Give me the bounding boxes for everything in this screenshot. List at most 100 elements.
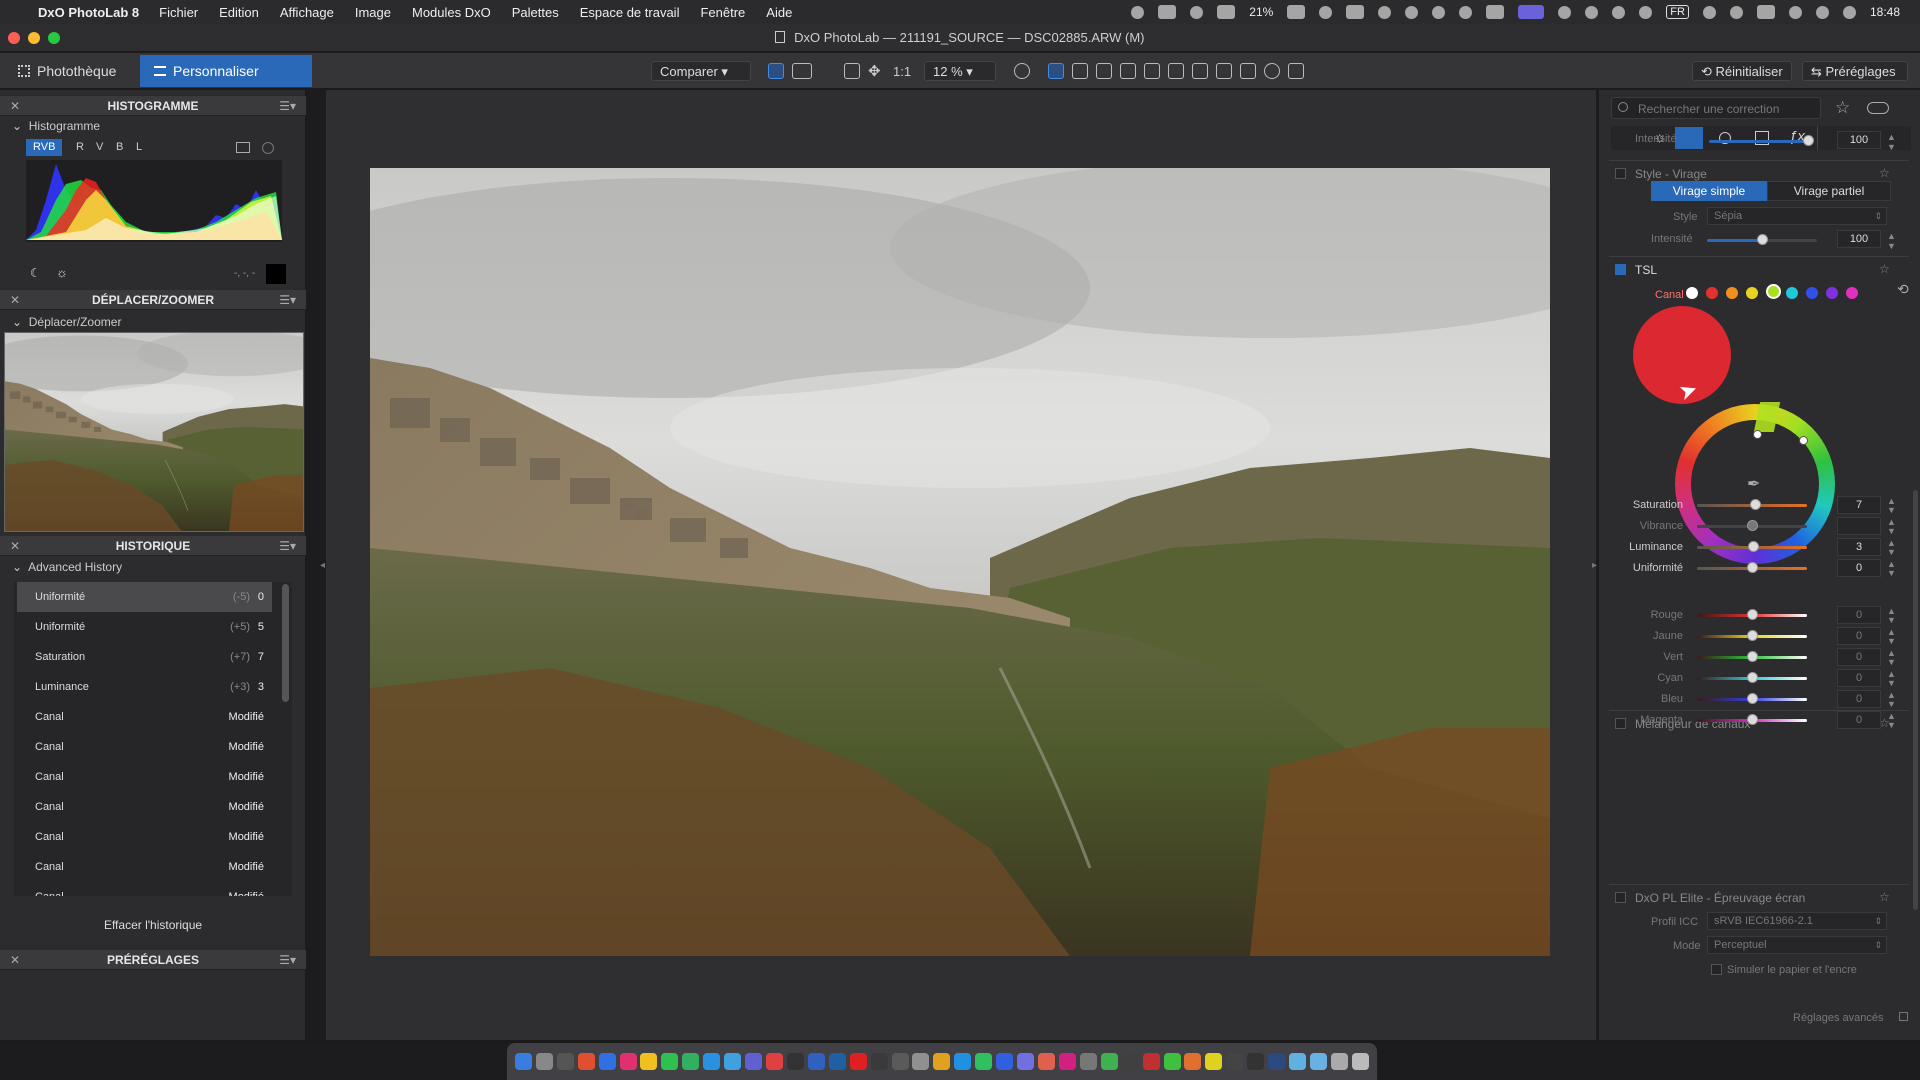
- clear-history-button[interactable]: Effacer l'historique: [96, 918, 210, 932]
- favorite-star-icon[interactable]: ☆: [1879, 166, 1890, 180]
- wifi-icon[interactable]: [1585, 5, 1599, 19]
- zoom-window-button[interactable]: [48, 32, 60, 44]
- menu-palettes[interactable]: Palettes: [512, 5, 559, 20]
- watermark-icon[interactable]: [1288, 63, 1304, 79]
- reset-channel-icon[interactable]: ⟲: [1897, 281, 1909, 298]
- mixer-slider-knob[interactable]: [1747, 714, 1758, 725]
- zoom-in-icon[interactable]: [1014, 63, 1030, 79]
- grid-overlay-icon[interactable]: [1216, 63, 1232, 79]
- dock-app-icon[interactable]: [1058, 1053, 1076, 1070]
- dock-app-icon[interactable]: [1163, 1053, 1181, 1070]
- main-photo[interactable]: [370, 168, 1550, 956]
- channel-b-button[interactable]: B: [112, 139, 127, 156]
- bluetooth-icon[interactable]: [1639, 5, 1653, 19]
- tsl-slider-knob[interactable]: [1748, 541, 1760, 552]
- chart-icon[interactable]: [1346, 5, 1365, 19]
- dock-app-icon[interactable]: [996, 1053, 1014, 1070]
- intensity-top-knob[interactable]: [1803, 135, 1814, 146]
- dock-app-icon[interactable]: [1309, 1053, 1327, 1070]
- close-icon[interactable]: ✕: [10, 290, 20, 310]
- stepper-icon[interactable]: ▲ ▼: [1887, 607, 1896, 625]
- channel-dot[interactable]: [1846, 287, 1858, 299]
- dock-app-icon[interactable]: [514, 1053, 532, 1070]
- icc-profile-dropdown[interactable]: sRVB IEC61966-2.1 ⇕: [1707, 912, 1887, 930]
- channel-dot[interactable]: [1766, 284, 1781, 299]
- preview-eye-icon[interactable]: [1264, 63, 1280, 79]
- softproof-title[interactable]: DxO PL Elite - Épreuvage écran: [1635, 891, 1805, 905]
- dock-app-icon[interactable]: [640, 1053, 658, 1070]
- history-scrollbar[interactable]: [282, 584, 289, 702]
- alert-icon[interactable]: [1190, 5, 1204, 19]
- stepper-icon[interactable]: ▲ ▼: [1887, 712, 1896, 730]
- crop-tool-icon[interactable]: [1072, 63, 1088, 79]
- tsl-slider-value[interactable]: 3: [1837, 538, 1881, 556]
- local-adjust-icon[interactable]: [1168, 63, 1184, 79]
- channel-l-button[interactable]: L: [132, 139, 146, 156]
- tab-customize[interactable]: Personnaliser: [140, 55, 312, 87]
- presets-button[interactable]: ⇆ Préréglages: [1802, 61, 1908, 81]
- dock-app-icon[interactable]: [619, 1053, 637, 1070]
- compare-button[interactable]: Comparer ▾: [651, 61, 751, 81]
- dock-app-icon[interactable]: [724, 1053, 742, 1070]
- advanced-settings-link[interactable]: Réglages avancés: [1793, 1012, 1884, 1024]
- zoom-select[interactable]: 12 % ▾: [924, 61, 996, 81]
- stepper-icon[interactable]: ▲ ▼: [1887, 691, 1896, 709]
- tab-library[interactable]: Photothèque: [4, 55, 138, 87]
- history-row[interactable]: CanalModifié: [17, 852, 272, 882]
- dock-app-icon[interactable]: [933, 1053, 951, 1070]
- dock-app-icon[interactable]: [954, 1053, 972, 1070]
- dock-app-icon[interactable]: [703, 1053, 721, 1070]
- print-icon[interactable]: [262, 142, 274, 154]
- channel-rgb-button[interactable]: RVB: [26, 139, 63, 156]
- style-dropdown[interactable]: Sépia ⇕: [1707, 207, 1887, 225]
- close-icon[interactable]: ✕: [10, 536, 20, 556]
- stepper-icon[interactable]: ▲ ▼: [1887, 649, 1896, 667]
- dock-app-icon[interactable]: [870, 1053, 888, 1070]
- memory-icon[interactable]: [1217, 5, 1236, 19]
- navigator-panel-header[interactable]: ✕ DÉPLACER/ZOOMER ☰▾: [0, 290, 306, 310]
- menu-aide[interactable]: Aide: [766, 5, 792, 20]
- virage-simple-button[interactable]: Virage simple: [1651, 181, 1767, 201]
- mixer-slider-knob[interactable]: [1747, 609, 1758, 620]
- input-source[interactable]: FR: [1666, 5, 1689, 19]
- dock-app-icon[interactable]: [891, 1053, 909, 1070]
- toggle-icon[interactable]: [1788, 5, 1802, 19]
- mixer-value[interactable]: 0: [1837, 606, 1881, 624]
- correction-search[interactable]: Rechercher une correction: [1611, 97, 1821, 119]
- tsl-slider-knob[interactable]: [1747, 562, 1758, 573]
- navigator-thumbnail[interactable]: [4, 332, 304, 532]
- dock-app-icon[interactable]: [1268, 1053, 1286, 1070]
- single-view-icon[interactable]: [768, 63, 784, 79]
- mixer-value[interactable]: 0: [1837, 711, 1881, 729]
- display-icon[interactable]: [1486, 5, 1505, 19]
- dock-app-icon[interactable]: [1289, 1053, 1307, 1070]
- collapse-left-handle[interactable]: ◂: [320, 560, 325, 571]
- simulate-paper-checkbox[interactable]: [1711, 964, 1722, 975]
- dock-app-icon[interactable]: [786, 1053, 804, 1070]
- history-row[interactable]: CanalModifié: [17, 822, 272, 852]
- channel-dot[interactable]: [1686, 287, 1698, 299]
- collapse-right-handle[interactable]: ▸: [1592, 560, 1597, 571]
- style-virage-checkbox[interactable]: [1615, 168, 1626, 179]
- dock-app-icon[interactable]: [975, 1053, 993, 1070]
- stepper-icon[interactable]: ▲ ▼: [1887, 231, 1896, 251]
- history-row[interactable]: CanalModifié: [17, 762, 272, 792]
- split-view-icon[interactable]: [792, 63, 812, 79]
- virage-intensity-knob[interactable]: [1757, 234, 1768, 245]
- stepper-icon[interactable]: ▲ ▼: [1887, 539, 1896, 557]
- histogram-panel-header[interactable]: ✕ HISTOGRAMME ☰▾: [0, 96, 306, 116]
- hand-tool-icon[interactable]: [1048, 63, 1064, 79]
- navigator-subheader[interactable]: ⌄ Déplacer/Zoomer: [12, 315, 121, 329]
- mixer-slider-knob[interactable]: [1747, 693, 1758, 704]
- eyedropper-icon[interactable]: ✒: [1747, 474, 1760, 494]
- history-row[interactable]: Saturation (+7) 7: [17, 642, 272, 672]
- notification-icon[interactable]: [1842, 5, 1856, 19]
- mixer-slider-knob[interactable]: [1747, 672, 1758, 683]
- tsl-checkbox[interactable]: [1615, 264, 1626, 275]
- dock-app-icon[interactable]: [1247, 1053, 1265, 1070]
- intensity-top-slider[interactable]: [1709, 140, 1809, 143]
- tsl-slider-value[interactable]: 0: [1837, 559, 1881, 577]
- dock-app-icon[interactable]: [1079, 1053, 1097, 1070]
- horizon-tool-icon[interactable]: [1120, 63, 1136, 79]
- stepper-icon[interactable]: ▲ ▼: [1887, 518, 1896, 536]
